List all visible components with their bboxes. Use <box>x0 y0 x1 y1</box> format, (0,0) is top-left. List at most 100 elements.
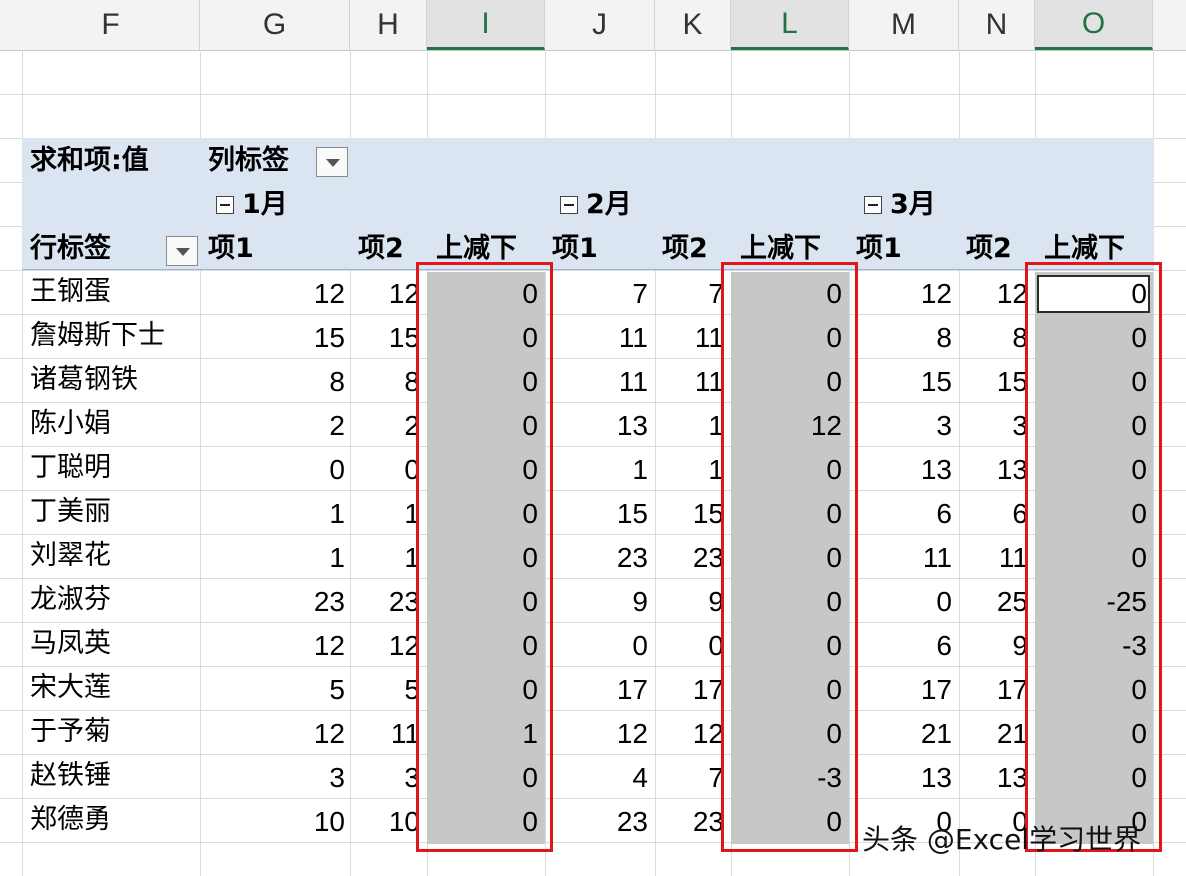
column-header-l[interactable]: L <box>731 0 849 50</box>
value-cell[interactable]: 1 <box>205 500 345 528</box>
value-cell[interactable]: 15 <box>854 368 952 396</box>
column-header-j[interactable]: J <box>545 0 655 50</box>
value-cell[interactable]: 1 <box>660 412 724 440</box>
grid-hline <box>0 622 1186 623</box>
value-cell[interactable]: 9 <box>550 588 648 616</box>
value-cell[interactable]: 8 <box>964 324 1028 352</box>
column-filter-dropdown[interactable] <box>316 147 348 177</box>
value-cell[interactable]: 1 <box>205 544 345 572</box>
value-cell[interactable]: 5 <box>355 676 420 704</box>
pivot-column-label: 列标签 <box>208 145 289 176</box>
value-cell[interactable]: 3 <box>355 764 420 792</box>
value-cell[interactable]: 9 <box>964 632 1028 660</box>
value-cell[interactable]: 12 <box>355 280 420 308</box>
value-cell[interactable]: 0 <box>355 456 420 484</box>
value-cell[interactable]: 4 <box>550 764 648 792</box>
value-cell[interactable]: 0 <box>660 632 724 660</box>
value-cell[interactable]: 17 <box>854 676 952 704</box>
value-cell[interactable]: 1 <box>660 456 724 484</box>
value-cell[interactable]: 23 <box>550 544 648 572</box>
grid-hline <box>0 710 1186 711</box>
grid-hline <box>0 358 1186 359</box>
row-label: 诸葛钢铁 <box>30 364 138 395</box>
row-label: 郑德勇 <box>30 804 111 835</box>
value-cell[interactable]: 6 <box>854 500 952 528</box>
value-cell[interactable]: 11 <box>660 368 724 396</box>
value-cell[interactable]: 6 <box>854 632 952 660</box>
value-cell[interactable]: 23 <box>660 808 724 836</box>
collapse-jan-icon[interactable] <box>216 196 234 214</box>
column-header-n[interactable]: N <box>959 0 1035 50</box>
value-cell[interactable]: 7 <box>660 764 724 792</box>
value-cell[interactable]: 8 <box>854 324 952 352</box>
value-cell[interactable]: 0 <box>854 588 952 616</box>
value-cell[interactable]: 21 <box>964 720 1028 748</box>
value-cell[interactable]: 23 <box>355 588 420 616</box>
value-cell[interactable]: 8 <box>355 368 420 396</box>
value-cell[interactable]: 15 <box>355 324 420 352</box>
value-cell[interactable]: 25 <box>964 588 1028 616</box>
value-cell[interactable]: 7 <box>550 280 648 308</box>
grid-hline <box>0 314 1186 315</box>
value-cell[interactable]: 15 <box>205 324 345 352</box>
value-cell[interactable]: 23 <box>660 544 724 572</box>
value-cell[interactable]: 9 <box>660 588 724 616</box>
value-cell[interactable]: 23 <box>205 588 345 616</box>
value-cell[interactable]: 3 <box>964 412 1028 440</box>
row-label: 丁聪明 <box>30 452 111 483</box>
value-cell[interactable]: 11 <box>854 544 952 572</box>
value-cell[interactable]: 12 <box>205 280 345 308</box>
value-cell[interactable]: 2 <box>205 412 345 440</box>
value-cell[interactable]: 12 <box>205 632 345 660</box>
column-header-f[interactable]: F <box>22 0 200 50</box>
value-cell[interactable]: 17 <box>660 676 724 704</box>
value-cell[interactable]: 3 <box>854 412 952 440</box>
value-cell[interactable]: 8 <box>205 368 345 396</box>
value-cell[interactable]: 15 <box>550 500 648 528</box>
value-cell[interactable]: 11 <box>964 544 1028 572</box>
value-cell[interactable]: 12 <box>550 720 648 748</box>
value-cell[interactable]: 5 <box>205 676 345 704</box>
collapse-feb-icon[interactable] <box>560 196 578 214</box>
value-cell[interactable]: 0 <box>550 632 648 660</box>
value-cell[interactable]: 13 <box>854 764 952 792</box>
column-header-m[interactable]: M <box>849 0 959 50</box>
value-cell[interactable]: 6 <box>964 500 1028 528</box>
value-cell[interactable]: 12 <box>964 280 1028 308</box>
column-header-h[interactable]: H <box>350 0 427 50</box>
value-cell[interactable]: 11 <box>550 368 648 396</box>
sub-header-feb-diff: 上减下 <box>740 233 821 264</box>
value-cell[interactable]: 11 <box>550 324 648 352</box>
column-header-k[interactable]: K <box>655 0 731 50</box>
value-cell[interactable]: 13 <box>550 412 648 440</box>
value-cell[interactable]: 12 <box>205 720 345 748</box>
value-cell[interactable]: 15 <box>964 368 1028 396</box>
column-header-g[interactable]: G <box>200 0 350 50</box>
value-cell[interactable]: 7 <box>660 280 724 308</box>
value-cell[interactable]: 21 <box>854 720 952 748</box>
value-cell[interactable]: 10 <box>205 808 345 836</box>
value-cell[interactable]: 1 <box>355 500 420 528</box>
value-cell[interactable]: 13 <box>854 456 952 484</box>
value-cell[interactable]: 12 <box>355 632 420 660</box>
value-cell[interactable]: 0 <box>205 456 345 484</box>
value-cell[interactable]: 2 <box>355 412 420 440</box>
collapse-mar-icon[interactable] <box>864 196 882 214</box>
value-cell[interactable]: 1 <box>355 544 420 572</box>
value-cell[interactable]: 17 <box>964 676 1028 704</box>
value-cell[interactable]: 1 <box>550 456 648 484</box>
value-cell[interactable]: 17 <box>550 676 648 704</box>
value-cell[interactable]: 12 <box>660 720 724 748</box>
value-cell[interactable]: 10 <box>355 808 420 836</box>
value-cell[interactable]: 11 <box>355 720 420 748</box>
value-cell[interactable]: 15 <box>660 500 724 528</box>
column-header-i[interactable]: I <box>427 0 545 50</box>
value-cell[interactable]: 3 <box>205 764 345 792</box>
row-filter-dropdown[interactable] <box>166 236 198 266</box>
value-cell[interactable]: 12 <box>854 280 952 308</box>
column-header-o[interactable]: O <box>1035 0 1153 50</box>
value-cell[interactable]: 13 <box>964 456 1028 484</box>
value-cell[interactable]: 11 <box>660 324 724 352</box>
value-cell[interactable]: 23 <box>550 808 648 836</box>
value-cell[interactable]: 13 <box>964 764 1028 792</box>
